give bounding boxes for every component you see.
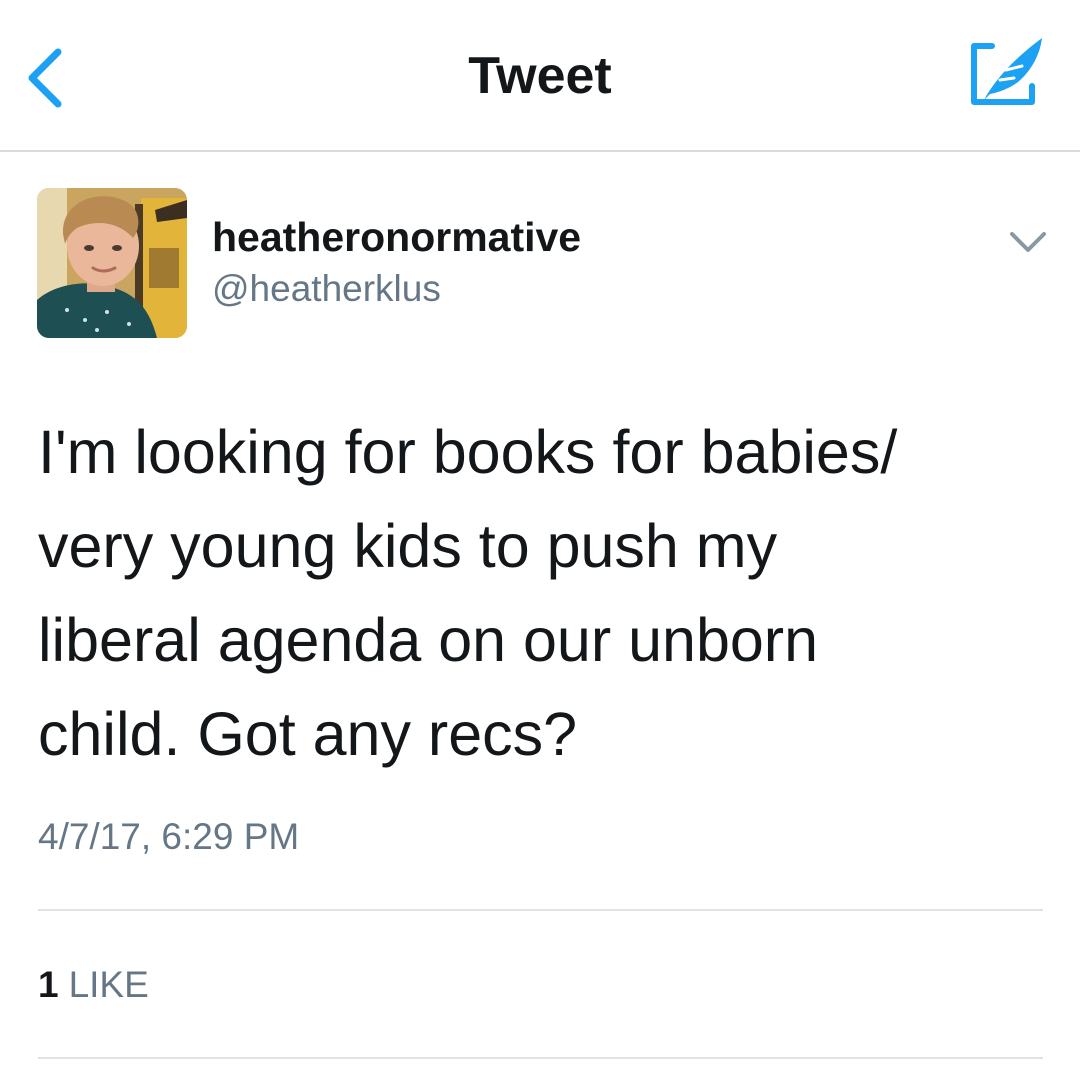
likes-label: LIKE — [68, 964, 149, 1005]
nav-bar: Tweet — [0, 0, 1080, 152]
chevron-down-icon — [1010, 232, 1046, 252]
compose-button[interactable] — [960, 30, 1052, 116]
tweet-timestamp: 4/7/17, 6:29 PM — [38, 816, 300, 857]
compose-tweet-icon — [971, 38, 1042, 105]
likes-count[interactable]: 1 LIKE — [38, 964, 149, 1006]
author-handle[interactable]: @heatherklus — [212, 268, 441, 310]
tweet-text: I'm looking for books for babies/ very y… — [38, 418, 898, 768]
author-display-name[interactable]: heatheronormative — [212, 214, 581, 261]
more-options-button[interactable] — [1004, 222, 1052, 262]
page-title: Tweet — [468, 47, 612, 105]
profile-photo — [37, 188, 187, 338]
divider — [38, 909, 1043, 911]
tweet-detail-screen: Tweet heatheronormative @heatherklus I'm… — [0, 0, 1080, 1080]
likes-number: 1 — [38, 964, 59, 1005]
divider — [38, 1057, 1043, 1059]
avatar[interactable] — [37, 188, 187, 338]
